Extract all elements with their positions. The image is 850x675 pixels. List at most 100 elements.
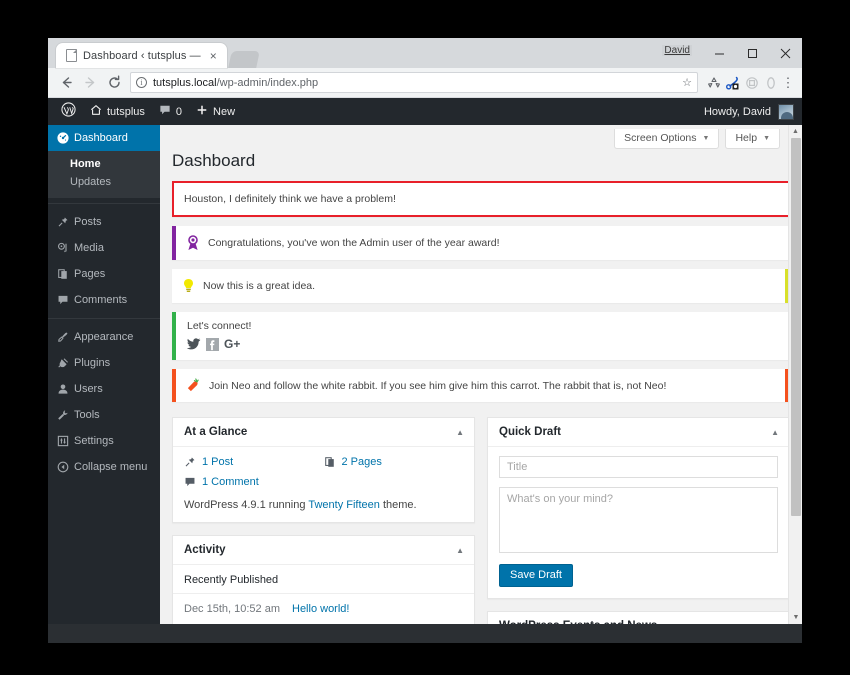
browser-titlebar: Dashboard ‹ tutsplus — × David: [48, 38, 802, 68]
widget-header[interactable]: Quick Draft ▲: [488, 418, 789, 447]
sidebar-item-users[interactable]: Users: [48, 376, 160, 402]
sidebar-item-label: Collapse menu: [74, 461, 148, 473]
pin-icon: [184, 456, 196, 468]
bookmark-star-icon[interactable]: ☆: [682, 76, 692, 89]
quick-draft-content-textarea[interactable]: What's on your mind?: [499, 487, 778, 553]
scroll-down-arrow[interactable]: ▼: [789, 611, 802, 624]
sidebar-item-comments[interactable]: Comments: [48, 287, 160, 313]
widget-events-news: WordPress Events and News ▼: [487, 611, 790, 624]
page-scrollbar[interactable]: ▲ ▼: [788, 125, 802, 624]
sidebar-item-label: Media: [74, 242, 104, 254]
sidebar-item-label: Posts: [74, 216, 102, 228]
new-content-menu[interactable]: New: [189, 98, 242, 125]
page-title: Dashboard: [172, 151, 256, 170]
quick-draft-title-input[interactable]: Title: [499, 456, 778, 478]
sidebar-item-label: Settings: [74, 435, 114, 447]
sidebar-subitem-home[interactable]: Home: [48, 155, 160, 173]
sidebar-item-tools[interactable]: Tools: [48, 402, 160, 428]
home-icon: [90, 104, 102, 119]
site-name-label: tutsplus: [107, 105, 145, 118]
dashboard-submenu: Home Updates: [48, 151, 160, 198]
social-links: G+: [187, 337, 245, 351]
chevron-up-icon[interactable]: ▲: [456, 546, 464, 555]
sidebar-item-posts[interactable]: Posts: [48, 209, 160, 235]
pages-icon: [57, 268, 74, 280]
comments-menu[interactable]: 0: [152, 98, 189, 125]
sidebar-item-collapse-menu[interactable]: Collapse menu: [48, 454, 160, 480]
pen-extension-icon[interactable]: [723, 72, 742, 94]
browser-tab[interactable]: Dashboard ‹ tutsplus — ×: [56, 43, 227, 68]
notice-text: Let's connect!: [187, 320, 252, 332]
titlebar-user-label[interactable]: David: [662, 45, 692, 56]
admin-sidebar: Dashboard Home Updates Posts Media Pages…: [48, 125, 168, 624]
googleplus-icon[interactable]: G+: [224, 337, 240, 351]
browser-window: Dashboard ‹ tutsplus — × David i tutsplu…: [48, 38, 802, 643]
site-name-menu[interactable]: tutsplus: [83, 98, 152, 125]
close-window-button[interactable]: [769, 38, 802, 68]
grid-extension-icon[interactable]: [742, 72, 761, 94]
my-account-menu[interactable]: Howdy, David: [704, 98, 802, 125]
close-icon[interactable]: ×: [207, 49, 220, 62]
sidebar-item-dashboard[interactable]: Dashboard: [48, 125, 168, 151]
widget-body: 1 Post 2 Pages 1 Comment WordPress 4.9.1…: [173, 447, 474, 522]
url-host: tutsplus.local: [153, 76, 217, 89]
sidebar-item-appearance[interactable]: Appearance: [48, 324, 160, 350]
page-icon: [66, 49, 77, 62]
sidebar-subitem-updates[interactable]: Updates: [48, 173, 160, 191]
minimize-button[interactable]: [703, 38, 736, 68]
notice-text: Join Neo and follow the white rabbit. If…: [209, 379, 667, 392]
widget-header[interactable]: At a Glance ▲: [173, 418, 474, 447]
screen-options-label: Screen Options: [624, 132, 697, 144]
sidebar-item-label: Appearance: [74, 331, 134, 343]
menu-separator: [48, 203, 160, 204]
sidebar-item-plugins[interactable]: Plugins: [48, 350, 160, 376]
published-title-link[interactable]: Hello world!: [292, 603, 349, 615]
circle-extension-icon[interactable]: [761, 72, 780, 94]
scrollbar-thumb[interactable]: [791, 138, 801, 516]
wordpress-logo-icon[interactable]: [54, 102, 83, 121]
url-path: /wp-admin/index.php: [216, 76, 319, 89]
glance-posts[interactable]: 1 Post: [184, 456, 324, 468]
scroll-up-arrow[interactable]: ▲: [789, 125, 802, 138]
plus-icon: [196, 104, 208, 119]
chevron-down-icon[interactable]: ▼: [771, 622, 779, 625]
glance-comments[interactable]: 1 Comment: [184, 476, 324, 488]
sidebar-item-pages[interactable]: Pages: [48, 261, 160, 287]
site-info-icon[interactable]: i: [136, 77, 147, 88]
notice-area: Houston, I definitely think we have a pr…: [160, 181, 802, 402]
tab-title: Dashboard ‹ tutsplus —: [83, 49, 201, 62]
facebook-icon[interactable]: [206, 337, 219, 351]
sidebar-item-settings[interactable]: Settings: [48, 428, 160, 454]
new-label: New: [213, 105, 236, 118]
dashboard-column-right: Quick Draft ▲ Title What's on your mind?…: [487, 417, 790, 624]
sidebar-item-media[interactable]: Media: [48, 235, 160, 261]
window-bottom-frame: [48, 624, 802, 643]
twitter-icon[interactable]: [187, 337, 201, 351]
notice-carrot: Join Neo and follow the white rabbit. If…: [172, 369, 790, 402]
sidebar-item-label: Dashboard: [74, 132, 128, 144]
theme-link[interactable]: Twenty Fifteen: [308, 499, 380, 511]
screen-options-button[interactable]: Screen Options ▼: [614, 129, 720, 149]
save-draft-button[interactable]: Save Draft: [499, 564, 573, 587]
maximize-button[interactable]: [736, 38, 769, 68]
chevron-up-icon[interactable]: ▲: [456, 428, 464, 437]
new-tab-button[interactable]: [227, 51, 260, 68]
reload-icon[interactable]: [102, 71, 126, 95]
glance-label: 2 Pages: [341, 456, 382, 468]
widget-title: At a Glance: [184, 426, 248, 438]
sidebar-item-label: Comments: [74, 294, 128, 306]
widget-header[interactable]: Activity ▲: [173, 536, 474, 565]
forward-icon[interactable]: [78, 71, 102, 95]
back-icon[interactable]: [54, 71, 78, 95]
widget-header[interactable]: WordPress Events and News ▼: [488, 612, 789, 624]
widget-title: Quick Draft: [499, 426, 561, 438]
settings-icon: [57, 435, 74, 447]
recycle-extension-icon[interactable]: [704, 72, 723, 94]
chevron-down-icon: ▼: [763, 134, 770, 142]
browser-menu-icon[interactable]: ⋮: [780, 75, 796, 91]
address-bar[interactable]: i tutsplus.local/wp-admin/index.php ☆: [130, 72, 698, 93]
glance-pages[interactable]: 2 Pages: [324, 456, 464, 468]
help-button[interactable]: Help ▼: [725, 129, 780, 149]
chevron-up-icon[interactable]: ▲: [771, 428, 779, 437]
pin-icon: [57, 216, 74, 228]
